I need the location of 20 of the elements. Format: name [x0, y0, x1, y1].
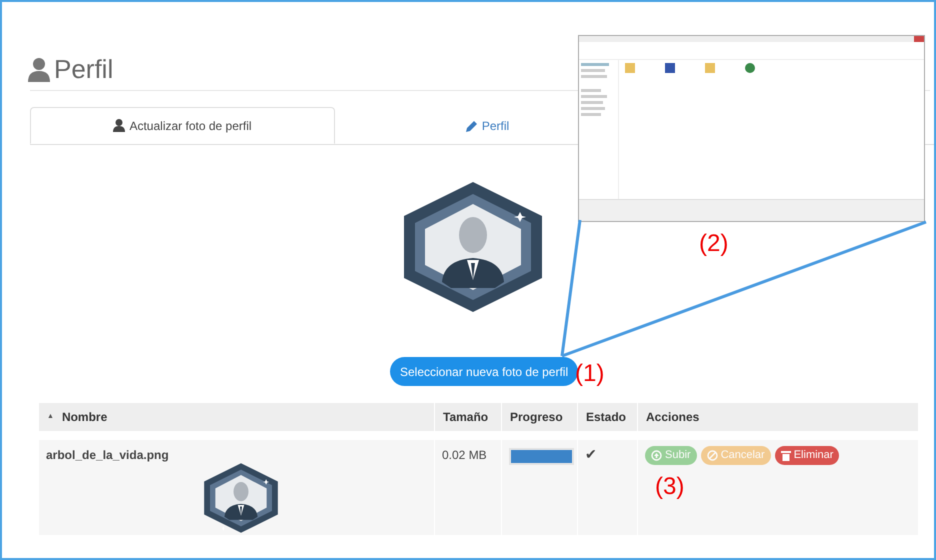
column-header[interactable]: Nombre — [62, 408, 108, 426]
status-check: ✔ — [585, 447, 597, 463]
user-icon — [28, 58, 50, 82]
column-header[interactable]: Tamaño — [443, 408, 488, 426]
trash-icon — [780, 450, 791, 461]
callout-label: (3) — [655, 472, 686, 502]
pencil-icon — [466, 120, 478, 132]
delete-button[interactable]: Eliminar — [774, 446, 840, 465]
cancel-icon — [706, 450, 718, 461]
column-header[interactable]: Acciones — [646, 408, 700, 426]
column-header[interactable]: Estado — [586, 408, 626, 426]
tab[interactable]: Actualizar foto de perfil — [30, 107, 335, 144]
file-name: arbol_de_la_vida.png — [46, 447, 170, 464]
callout-label: (2) — [699, 229, 728, 259]
user-icon — [113, 119, 126, 132]
page-title: Perfil — [54, 53, 114, 86]
tab[interactable]: Perfil — [335, 107, 640, 144]
file-size: 0.02 MB — [442, 448, 487, 462]
column-header[interactable]: Progreso — [510, 408, 563, 426]
upload-icon — [651, 450, 662, 461]
